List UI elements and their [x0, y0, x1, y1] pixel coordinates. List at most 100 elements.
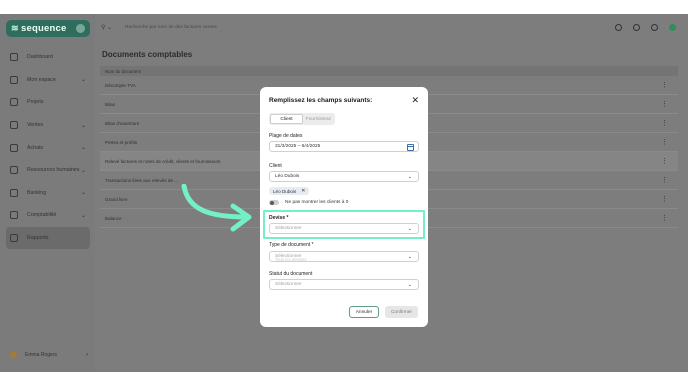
- doc-status-select[interactable]: Sélectionner ⌄: [269, 279, 419, 290]
- sidebar: ≋ sequence Dashboard Mon espace ⌄ Projet…: [0, 14, 95, 372]
- chevron-down-icon: ⌄: [407, 281, 412, 288]
- chevron-down-icon: ⌄: [80, 77, 86, 84]
- currency-highlight-box: [263, 210, 425, 239]
- brand-logo[interactable]: ≋ sequence: [6, 20, 90, 37]
- client-chip-label: Léo Dubois: [273, 188, 297, 194]
- client-label: Client: [269, 163, 282, 169]
- bank-icon: [10, 188, 18, 197]
- sidebar-item-ventes[interactable]: Ventes ⌄: [6, 114, 90, 137]
- calendar-icon[interactable]: [407, 144, 414, 151]
- doc-status-label: Statut du document: [269, 271, 313, 277]
- row-label: Balance: [105, 215, 122, 221]
- date-range-field[interactable]: 31/3/2025 – 6/4/2025: [269, 141, 419, 152]
- row-label: Pertes et profits: [105, 139, 138, 145]
- user-name: Emma Rogers: [25, 351, 57, 358]
- sidebar-nav: Dashboard Mon espace ⌄ Projets Ventes ⌄ …: [6, 46, 90, 250]
- party-type-toggle: Client Fournisseur: [269, 113, 335, 125]
- projects-icon: [10, 98, 18, 107]
- chevron-down-icon: ⌄: [80, 122, 86, 129]
- purchases-icon: [10, 143, 18, 152]
- user-menu[interactable]: Emma Rogers ›: [10, 351, 88, 358]
- chevron-down-icon: ⌄: [80, 167, 86, 174]
- tab-fournisseur[interactable]: Fournisseur: [303, 114, 334, 124]
- sidebar-item-label: Ressources humaines: [27, 167, 80, 174]
- sales-icon: [10, 121, 18, 130]
- sidebar-item-banking[interactable]: Banking ⌄: [6, 182, 90, 205]
- modal-title: Remplissez les champs suivants:: [269, 97, 373, 104]
- sidebar-item-mon-espace[interactable]: Mon espace ⌄: [6, 69, 90, 92]
- hide-zero-clients-label: Ne pas montrer les clients à 0: [285, 200, 349, 205]
- confirm-button[interactable]: Confirmer: [385, 306, 418, 318]
- search-input[interactable]: Recherche par nom de des factures ventes: [125, 25, 217, 30]
- sidebar-item-label: Projets: [27, 99, 44, 106]
- table-header: Nom du document: [100, 66, 678, 76]
- sidebar-item-label: Ventes: [27, 122, 44, 129]
- close-icon[interactable]: ✕: [411, 95, 419, 105]
- all-currencies-option: Tous les devises: [275, 257, 307, 262]
- reports-icon: [10, 234, 18, 243]
- page-title: Documents comptables: [102, 50, 193, 59]
- sidebar-item-label: Mon espace: [27, 76, 56, 83]
- chevron-down-icon: ⌄: [80, 145, 86, 152]
- clock-icon[interactable]: [633, 24, 640, 31]
- app-window: ≋ sequence Dashboard Mon espace ⌄ Projet…: [0, 14, 688, 372]
- status-icon[interactable]: [669, 24, 676, 31]
- row-label: Bilan: [105, 101, 116, 107]
- row-label: Transactions liées aux relevés de ...: [105, 177, 179, 183]
- help-icon[interactable]: [615, 24, 622, 31]
- top-bar: ⚲ ⌄ Recherche par nom de des factures ve…: [95, 14, 688, 42]
- more-options-icon[interactable]: ⋮: [661, 119, 668, 127]
- more-options-icon[interactable]: ⋮: [661, 157, 668, 165]
- brand-badge-icon: [76, 24, 85, 33]
- client-chip: Léo Dubois ✕: [269, 187, 310, 195]
- brand-name: sequence: [21, 23, 67, 34]
- sidebar-item-ressources-humaines[interactable]: Ressources humaines ⌄: [6, 159, 90, 182]
- doc-type-label: Type de document *: [269, 242, 314, 248]
- chevron-right-icon: ›: [86, 351, 88, 358]
- tab-client[interactable]: Client: [270, 114, 303, 124]
- sidebar-item-label: Comptabilité: [27, 212, 57, 219]
- client-select-value: Léo Dubois: [275, 174, 300, 179]
- person-icon: [10, 75, 18, 84]
- bell-icon[interactable]: [651, 24, 658, 31]
- doc-status-placeholder: Sélectionner: [275, 282, 302, 287]
- toggle-knob: [269, 200, 274, 205]
- sidebar-item-comptabilite[interactable]: Comptabilité ⌄: [6, 204, 90, 227]
- sidebar-item-achats[interactable]: Achats ⌄: [6, 136, 90, 159]
- avatar: [10, 351, 17, 358]
- more-options-icon[interactable]: ⋮: [661, 138, 668, 146]
- sidebar-item-projets[interactable]: Projets: [6, 91, 90, 114]
- row-label: Grand livre: [105, 196, 128, 202]
- more-options-icon[interactable]: ⋮: [661, 100, 668, 108]
- cancel-button[interactable]: Annuler: [349, 306, 379, 318]
- chevron-down-icon: ⌄: [407, 173, 412, 180]
- more-options-icon[interactable]: ⋮: [661, 195, 668, 203]
- hide-zero-clients-row: Ne pas montrer les clients à 0: [269, 200, 348, 205]
- search-icon[interactable]: ⚲ ⌄: [101, 24, 112, 31]
- row-label: Décompte TVA: [105, 82, 136, 88]
- sidebar-item-rapports[interactable]: Rapports: [6, 226, 90, 250]
- client-select[interactable]: Léo Dubois ⌄: [269, 171, 419, 182]
- chevron-down-icon: ⌄: [80, 190, 86, 197]
- date-range-label: Plage de dates: [269, 133, 303, 139]
- sidebar-item-label: Dashboard: [27, 54, 53, 61]
- date-range-value: 31/3/2025 – 6/4/2025: [275, 144, 321, 149]
- chevron-down-icon: ⌄: [407, 253, 412, 260]
- chevron-down-icon: ⌄: [80, 212, 86, 219]
- top-actions: [615, 24, 676, 31]
- more-options-icon[interactable]: ⋮: [661, 81, 668, 89]
- more-options-icon[interactable]: ⋮: [661, 214, 668, 222]
- accounting-icon: [10, 211, 18, 220]
- sidebar-item-label: Rapports: [27, 235, 49, 242]
- hr-icon: [10, 166, 18, 175]
- remove-chip-icon[interactable]: ✕: [301, 188, 305, 194]
- row-label: Relevé factures et notes de crédit, clie…: [105, 158, 221, 164]
- row-label: Bilan d'ouverture: [105, 120, 140, 126]
- sidebar-item-label: Achats: [27, 144, 44, 151]
- dashboard-icon: [10, 53, 18, 62]
- report-filter-modal: Remplissez les champs suivants: ✕ Client…: [260, 87, 428, 327]
- hide-zero-clients-toggle[interactable]: [269, 200, 279, 205]
- sidebar-item-dashboard[interactable]: Dashboard: [6, 46, 90, 69]
- brand-mark-icon: ≋: [11, 23, 19, 33]
- more-options-icon[interactable]: ⋮: [661, 176, 668, 184]
